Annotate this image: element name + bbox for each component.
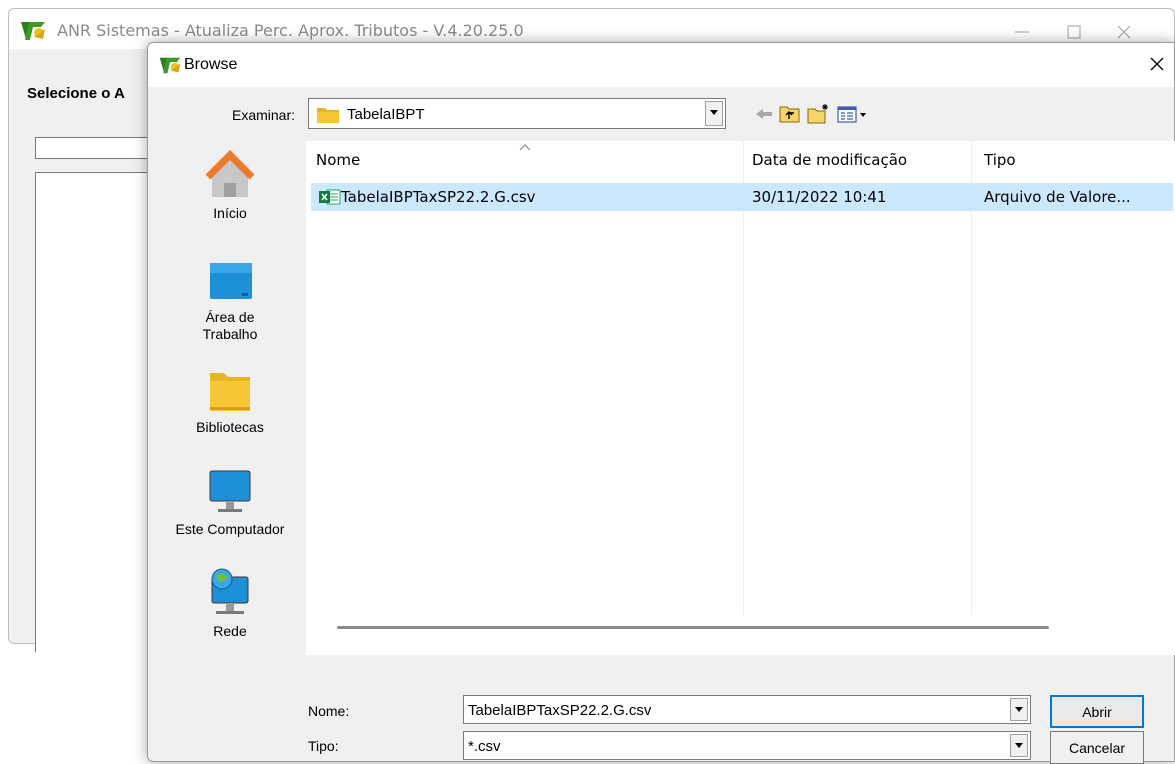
place-este-computador[interactable]: Este Computador bbox=[160, 467, 300, 538]
column-header-name[interactable]: Nome bbox=[316, 151, 360, 169]
column-header-modified[interactable]: Data de modificação bbox=[752, 151, 907, 169]
look-in-label: Examinar: bbox=[232, 107, 296, 123]
column-separator[interactable] bbox=[743, 141, 744, 615]
dialog-close-icon[interactable] bbox=[1146, 53, 1168, 75]
file-type-select[interactable]: *.csv bbox=[463, 731, 1031, 760]
parent-heading: Selecione o A bbox=[27, 85, 125, 102]
parent-path-input[interactable] bbox=[35, 137, 165, 159]
up-folder-icon[interactable] bbox=[778, 103, 802, 125]
file-row[interactable]: TabelaIBPTaxSP22.2.G.csv 30/11/2022 10:4… bbox=[311, 183, 1173, 211]
file-name-dropdown-arrow[interactable] bbox=[1010, 698, 1028, 721]
new-folder-icon[interactable] bbox=[806, 103, 830, 125]
view-menu-icon[interactable] bbox=[836, 103, 870, 125]
file-name: TabelaIBPTaxSP22.2.G.csv bbox=[341, 188, 536, 206]
dialog-titlebar[interactable]: Browse bbox=[148, 43, 1174, 87]
open-button[interactable]: Abrir bbox=[1050, 695, 1144, 728]
file-type-label: Tipo: bbox=[308, 738, 339, 754]
place-bibliotecas[interactable]: Bibliotecas bbox=[160, 365, 300, 436]
desktop-icon bbox=[210, 263, 252, 299]
column-separator[interactable] bbox=[971, 141, 972, 615]
file-type-dropdown-arrow[interactable] bbox=[1010, 734, 1028, 757]
horizontal-scrollbar[interactable] bbox=[337, 626, 1049, 629]
look-in-combo[interactable]: TabelaIBPT bbox=[308, 98, 726, 129]
look-in-dropdown-arrow[interactable] bbox=[705, 101, 723, 126]
dialog-title: Browse bbox=[184, 56, 238, 73]
place-inicio[interactable]: Início bbox=[160, 149, 300, 222]
libraries-folder-icon bbox=[210, 373, 250, 411]
column-header-type[interactable]: Tipo bbox=[984, 151, 1016, 169]
home-icon bbox=[205, 150, 255, 197]
place-area-de-trabalho[interactable]: Área de Trabalho bbox=[160, 259, 300, 343]
app-logo-icon bbox=[159, 57, 181, 74]
cancel-button[interactable]: Cancelar bbox=[1050, 731, 1144, 764]
app-logo-icon bbox=[21, 22, 45, 40]
excel-csv-icon bbox=[319, 189, 341, 205]
window-title: ANR Sistemas - Atualiza Perc. Aprox. Tri… bbox=[57, 21, 524, 40]
look-in-value: TabelaIBPT bbox=[347, 106, 425, 123]
file-list[interactable]: Nome Data de modificação Tipo TabelaIBPT… bbox=[306, 141, 1175, 655]
browse-dialog: Browse Examinar: TabelaIBPT Início Área … bbox=[147, 42, 1175, 764]
sort-ascending-icon bbox=[519, 144, 531, 151]
places-bar: Início Área de Trabalho Bibliotecas Este… bbox=[160, 143, 300, 653]
file-name-input[interactable]: TabelaIBPTaxSP22.2.G.csv bbox=[463, 695, 1031, 724]
file-name-label: Nome: bbox=[308, 703, 350, 719]
close-icon bbox=[1117, 25, 1131, 39]
parent-list-panel[interactable] bbox=[35, 172, 165, 652]
network-icon bbox=[211, 568, 249, 614]
minimize-icon bbox=[1015, 31, 1029, 33]
computer-icon bbox=[209, 470, 251, 512]
folder-icon bbox=[317, 108, 339, 123]
maximize-icon bbox=[1067, 25, 1081, 39]
file-type: Arquivo de Valore... bbox=[984, 188, 1131, 206]
file-modified: 30/11/2022 10:41 bbox=[752, 188, 887, 206]
file-name-value: TabelaIBPTaxSP22.2.G.csv bbox=[468, 702, 652, 719]
file-type-value: *.csv bbox=[468, 738, 501, 755]
back-arrow-icon[interactable] bbox=[752, 103, 776, 125]
place-rede[interactable]: Rede bbox=[160, 565, 300, 640]
